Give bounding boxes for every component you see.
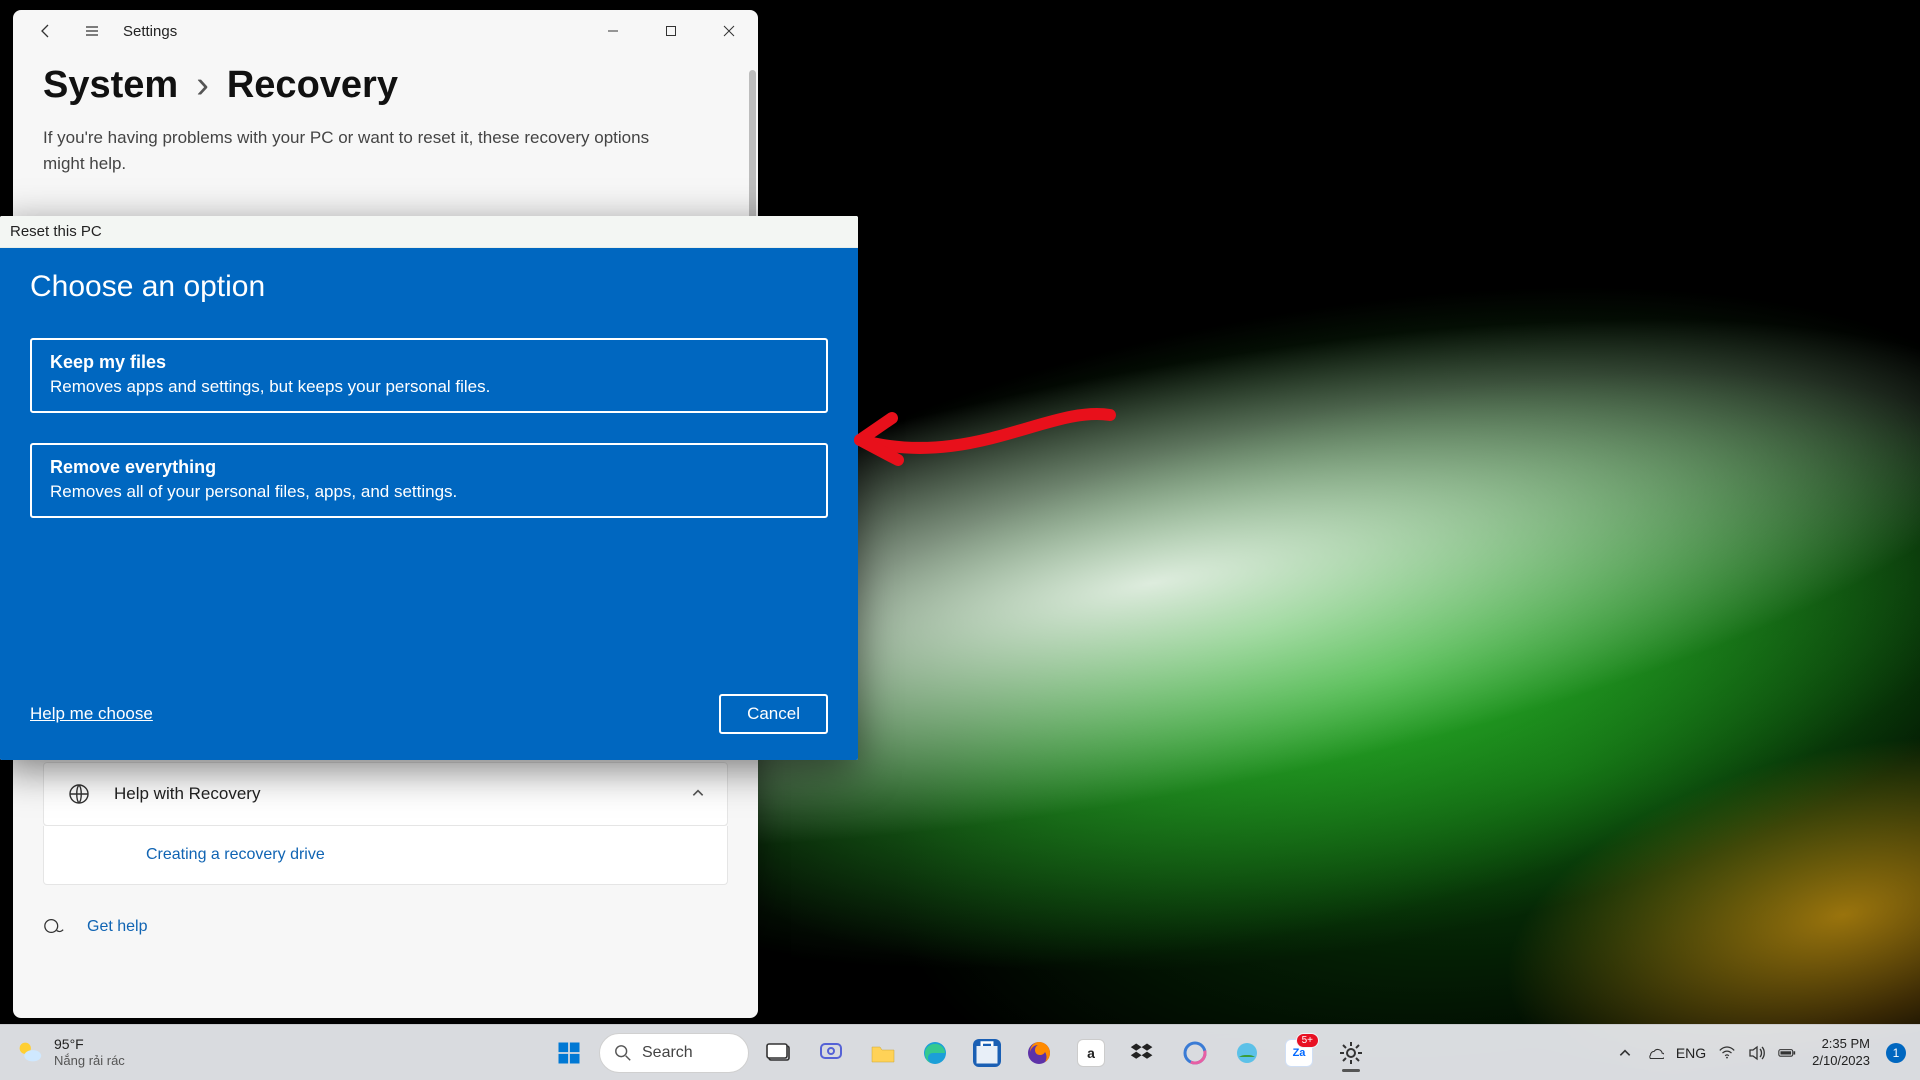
weather-widget[interactable]: 95°F Nắng rải rác <box>14 1037 125 1067</box>
option-remove-everything[interactable]: Remove everything Removes all of your pe… <box>30 443 828 518</box>
battery-icon[interactable] <box>1778 1044 1796 1062</box>
help-me-choose-link[interactable]: Help me choose <box>30 704 153 724</box>
amazon-icon: a <box>1077 1039 1105 1067</box>
onedrive-icon[interactable] <box>1646 1044 1664 1062</box>
taskbar-zalo[interactable]: Za 5+ <box>1277 1031 1321 1075</box>
hamburger-button[interactable] <box>69 10 115 52</box>
taskbar-clock[interactable]: 2:35 PM 2/10/2023 <box>1812 1036 1870 1069</box>
reset-heading: Choose an option <box>30 270 828 304</box>
get-help-label: Get help <box>87 918 147 936</box>
system-tray[interactable]: ENG <box>1616 1044 1796 1062</box>
maximize-button[interactable] <box>642 10 700 52</box>
option-title: Remove everything <box>50 457 808 478</box>
tray-overflow-icon[interactable] <box>1616 1044 1634 1062</box>
firefox-icon <box>1025 1039 1053 1067</box>
search-icon <box>614 1044 632 1062</box>
option-title: Keep my files <box>50 352 808 373</box>
copilot-icon <box>1181 1039 1209 1067</box>
weather-condition: Nắng rải rác <box>54 1053 125 1068</box>
windows-logo-icon <box>555 1039 583 1067</box>
reset-pc-dialog: Reset this PC Choose an option Keep my f… <box>0 216 858 760</box>
breadcrumb-parent[interactable]: System <box>43 64 178 107</box>
language-indicator[interactable]: ENG <box>1676 1045 1706 1061</box>
taskbar-store[interactable] <box>965 1031 1009 1075</box>
chat-icon <box>817 1039 845 1067</box>
clock-date: 2/10/2023 <box>1812 1053 1870 1069</box>
taskbar-edge[interactable] <box>913 1031 957 1075</box>
notification-count[interactable]: 1 <box>1886 1043 1906 1063</box>
settings-titlebar: Settings <box>13 10 758 52</box>
close-button[interactable] <box>700 10 758 52</box>
chevron-up-icon <box>691 786 705 803</box>
help-icon <box>43 915 67 939</box>
clock-time: 2:35 PM <box>1812 1036 1870 1052</box>
minimize-button[interactable] <box>584 10 642 52</box>
taskbar-firefox[interactable] <box>1017 1031 1061 1075</box>
help-sub-panel: Creating a recovery drive <box>43 826 728 885</box>
taskbar-search[interactable]: Search <box>599 1033 749 1073</box>
taskbar-chat[interactable] <box>809 1031 853 1075</box>
weather-temp: 95°F <box>54 1037 125 1052</box>
taskbar-copilot[interactable] <box>1173 1031 1217 1075</box>
wifi-icon[interactable] <box>1718 1044 1736 1062</box>
app-title: Settings <box>123 23 177 40</box>
back-button[interactable] <box>23 10 69 52</box>
dropbox-icon <box>1129 1039 1157 1067</box>
taskbar-amazon[interactable]: a <box>1069 1031 1113 1075</box>
reset-dialog-title: Reset this PC <box>0 216 858 248</box>
gear-icon <box>1337 1039 1365 1067</box>
volume-icon[interactable] <box>1748 1044 1766 1062</box>
store-icon <box>973 1039 1001 1067</box>
get-help-link[interactable]: Get help <box>13 885 758 939</box>
page-description: If you're having problems with your PC o… <box>13 107 713 196</box>
cancel-button[interactable]: Cancel <box>719 694 828 734</box>
task-view-button[interactable] <box>757 1031 801 1075</box>
start-button[interactable] <box>547 1031 591 1075</box>
help-with-recovery-row[interactable]: Help with Recovery <box>43 762 728 826</box>
option-desc: Removes all of your personal files, apps… <box>50 482 808 502</box>
taskbar-explorer[interactable] <box>861 1031 905 1075</box>
breadcrumb-current: Recovery <box>227 64 398 107</box>
taskbar: 95°F Nắng rải rác Search <box>0 1024 1920 1080</box>
zalo-badge: 5+ <box>1296 1033 1319 1048</box>
globe-icon <box>1233 1039 1261 1067</box>
task-view-icon <box>765 1039 793 1067</box>
breadcrumb: System › Recovery <box>13 52 758 107</box>
weather-icon <box>14 1037 44 1067</box>
taskbar-app-globe[interactable] <box>1225 1031 1269 1075</box>
creating-recovery-drive-link[interactable]: Creating a recovery drive <box>146 846 325 863</box>
help-row-label: Help with Recovery <box>114 784 260 804</box>
search-label: Search <box>642 1044 693 1062</box>
edge-icon <box>921 1039 949 1067</box>
option-keep-my-files[interactable]: Keep my files Removes apps and settings,… <box>30 338 828 413</box>
option-desc: Removes apps and settings, but keeps you… <box>50 377 808 397</box>
globe-icon <box>66 781 92 807</box>
taskbar-dropbox[interactable] <box>1121 1031 1165 1075</box>
folder-icon <box>869 1039 897 1067</box>
breadcrumb-separator: › <box>196 64 209 107</box>
taskbar-settings[interactable] <box>1329 1031 1373 1075</box>
